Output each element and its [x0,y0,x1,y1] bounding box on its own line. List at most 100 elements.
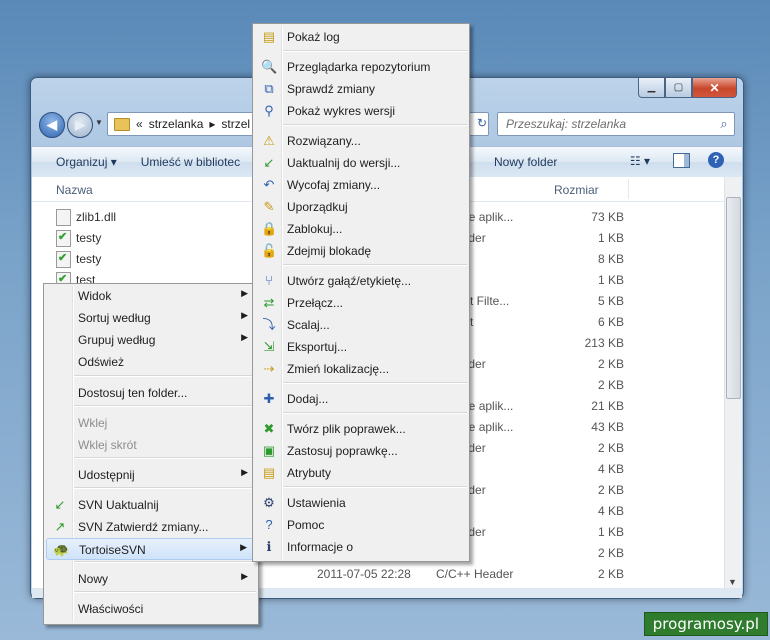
file-icon [56,230,71,247]
menu-separator [74,561,256,563]
menu-item-sprawdź-zmiany[interactable]: ⧉ Sprawdź zmiany [255,78,467,100]
file-size: 8 KB [597,252,624,266]
export-icon: ⇲ [263,339,275,354]
menu-item-label: Sortuj według [78,311,151,325]
menu-item-label: Uporządkuj [287,200,348,214]
scroll-down-icon[interactable]: ▼ [728,577,737,587]
file-size: 21 KB [591,399,624,413]
menu-item-label: Scalaj... [287,318,330,332]
revision-graph-icon: ⚲ [264,103,274,118]
menu-item-wklej[interactable]: Wklej [46,412,256,434]
menu-item-widok[interactable]: Widok ▶ [46,285,256,307]
menu-separator [283,264,467,266]
menu-item-label: Pokaż wykres wersji [287,104,396,118]
close-button[interactable]: ✕ [692,78,737,98]
menu-item-udostępnij[interactable]: Udostępnij ▶ [46,464,256,486]
menu-item-svn-zatwierdź-zmiany[interactable]: ↗ SVN Zatwierdź zmiany... [46,516,256,538]
explorer-context-menu: Widok ▶ Sortuj według ▶ Grupuj według ▶ Odświe… [43,283,259,625]
menu-item-svn-uaktualnij[interactable]: ↙ SVN Uaktualnij [46,494,256,516]
scrollbar-thumb[interactable] [726,197,741,399]
preview-pane-icon[interactable] [673,153,690,168]
submenu-arrow-icon: ▶ [241,571,248,581]
menu-item-scalaj[interactable]: ⤵ Scalaj... [255,314,467,336]
menu-separator [74,375,256,377]
menu-item-przeglądarka-repozytorium[interactable]: 🔍 Przeglądarka repozytorium [255,56,467,78]
column-divider[interactable] [628,179,629,200]
address-crumb-separator[interactable]: ▸ [209,117,215,131]
views-button[interactable]: ☷ ▾ [630,154,650,168]
menu-item-dostosuj-ten-folder[interactable]: Dostosuj ten folder... [46,382,256,404]
address-overflow[interactable]: « [136,117,143,131]
menu-separator [283,382,467,384]
column-name[interactable]: Nazwa [56,183,93,197]
menu-item-rozwiązany[interactable]: ⚠ Rozwiązany... [255,130,467,152]
refresh-icon[interactable]: ↻ [471,113,493,133]
maximize-button[interactable]: ▢ [665,78,692,98]
properties-icon: ▤ [262,465,276,480]
file-size: 1 KB [597,231,624,245]
forward-button[interactable]: ▶ [67,112,93,138]
menu-item-label: Wycofaj zmiany... [287,178,381,192]
menu-item-odśwież[interactable]: Odśwież [46,351,256,373]
menu-item-label: Sprawdź zmiany [287,82,376,96]
about-icon: ℹ [266,539,272,554]
menu-item-wklej-skrót[interactable]: Wklej skrót [46,434,256,456]
menu-item-pokaż-log[interactable]: ▤ Pokaż log [255,26,467,48]
file-icon [56,209,71,226]
file-size: 1 KB [597,525,624,539]
new-folder-button[interactable]: Nowy folder [494,155,557,169]
caption-buttons: ▁ ▢ ✕ [638,78,737,98]
check-modifications-icon: ⧉ [264,81,274,96]
menu-item-ustawienia[interactable]: ⚙ Ustawienia [255,492,467,514]
menu-item-pomoc[interactable]: ? Pomoc [255,514,467,536]
menu-item-eksportuj[interactable]: ⇲ Eksportuj... [255,336,467,358]
menu-item-atrybuty[interactable]: ▤ Atrybuty [255,462,467,484]
cleanup-icon: ✎ [263,199,275,214]
menu-item-twórz-plik-poprawek[interactable]: ✖ Twórz plik poprawek... [255,418,467,440]
column-size[interactable]: Rozmiar [554,183,599,197]
history-dropdown-icon[interactable]: ▼ [95,118,103,127]
menu-item-wycofaj-zmiany[interactable]: ↶ Wycofaj zmiany... [255,174,467,196]
menu-item-zablokuj[interactable]: 🔒 Zablokuj... [255,218,467,240]
menu-item-sortuj-według[interactable]: Sortuj według ▶ [46,307,256,329]
menu-item-label: Odśwież [78,355,125,369]
menu-item-uaktualnij-do-wersji[interactable]: ↙ Uaktualnij do wersji... [255,152,467,174]
file-size: 2 KB [597,546,624,560]
menu-item-nowy[interactable]: Nowy ▶ [46,568,256,590]
vertical-scrollbar[interactable]: ▼ [724,177,742,588]
menu-item-zastosuj-poprawkę[interactable]: ▣ Zastosuj poprawkę... [255,440,467,462]
menu-item-uporządkuj[interactable]: ✎ Uporządkuj [255,196,467,218]
organize-button[interactable]: Organizuj ▾ [56,155,117,169]
help-icon[interactable]: ? [708,152,724,168]
menu-item-pokaż-wykres-wersji[interactable]: ⚲ Pokaż wykres wersji [255,100,467,122]
search-input[interactable]: Przeszukaj: strzelanka ⌕ [497,112,735,136]
menu-separator [283,412,467,414]
menu-item-label: SVN Zatwierdź zmiany... [78,520,209,534]
minimize-button[interactable]: ▁ [638,78,665,98]
menu-item-przełącz[interactable]: ⇄ Przełącz... [255,292,467,314]
back-button[interactable]: ◀ [39,112,65,138]
menu-item-grupuj-według[interactable]: Grupuj według ▶ [46,329,256,351]
menu-separator [283,50,467,52]
file-size: 5 KB [597,294,624,308]
menu-item-dodaj[interactable]: ✚ Dodaj... [255,388,467,410]
menu-item-zdejmij-blokadę[interactable]: 🔓 Zdejmij blokadę [255,240,467,262]
search-icon[interactable]: ⌕ [714,116,734,132]
menu-item-właściwości[interactable]: Właściwości [46,598,256,620]
menu-separator [283,486,467,488]
address-crumb-current[interactable]: strzel [221,117,250,131]
repo-browser-icon: 🔍 [261,59,278,74]
file-size: 1 KB [597,273,624,287]
menu-item-label: Wklej skrót [78,438,137,452]
include-in-library-button[interactable]: Umieść w bibliotec [141,155,240,169]
menu-item-tortoisesvn[interactable]: 🐢 TortoiseSVN ▶ [46,538,256,560]
file-name: testy [76,252,102,266]
menu-item-informacje-o[interactable]: ℹ Informacje o [255,536,467,558]
address-crumb-strzelanka[interactable]: strzelanka [149,117,204,131]
menu-item-label: Uaktualnij do wersji... [287,156,401,170]
menu-item-zmień-lokalizację[interactable]: ⇢ Zmień lokalizację... [255,358,467,380]
menu-separator [74,487,256,489]
file-size: 2 KB [597,378,624,392]
menu-separator [74,405,256,407]
menu-item-utwórz-gałąź-etykietę[interactable]: ⑂ Utwórz gałąź/etykietę... [255,270,467,292]
